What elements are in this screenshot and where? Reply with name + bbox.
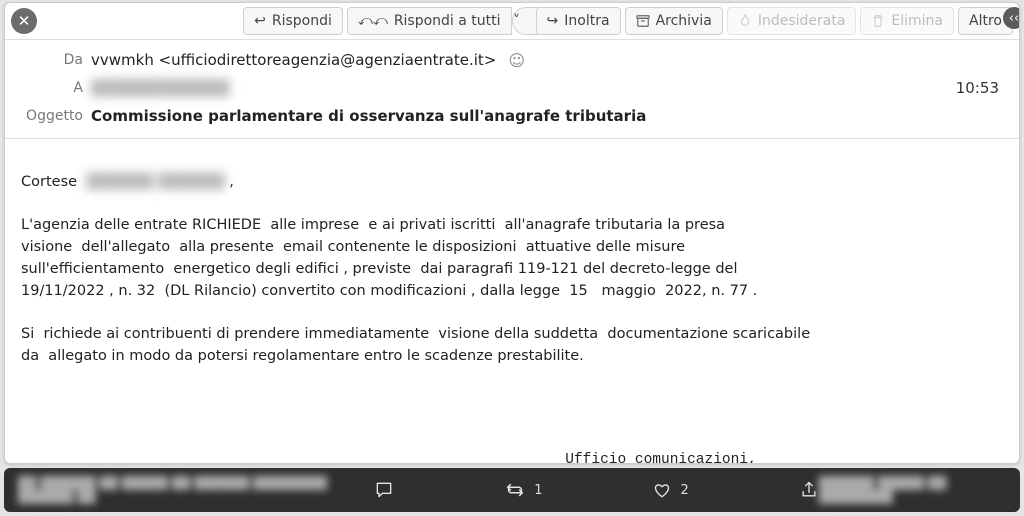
more-label: Altro (969, 13, 1002, 29)
share-action[interactable] (799, 480, 819, 500)
to-row: A ████████████ 10:53 (19, 74, 1005, 102)
reply-all-label: Rispondi a tutti (394, 13, 501, 29)
footer-right-blur: ██████ █████ ██ ████████ (819, 476, 1006, 504)
from-row: Da vvwmkh <ufficiodirettoreagenzia@agenz… (19, 46, 1005, 74)
close-button[interactable]: ✕ (11, 8, 37, 34)
email-window: ✕ ↩ Rispondi ⤺⤺ Rispondi a tutti ˅ ↪ Ino… (4, 2, 1020, 464)
subject-value: Commissione parlamentare di osservanza s… (91, 107, 646, 125)
footer-actions: 1 2 (374, 480, 819, 500)
reply-label: Rispondi (272, 13, 332, 29)
heart-icon (652, 480, 672, 500)
delete-button[interactable]: Elimina (860, 7, 954, 35)
greeting-suffix: , (225, 174, 234, 190)
trash-icon (871, 14, 885, 28)
retweet-count: 1 (534, 483, 542, 498)
archive-icon (636, 14, 650, 28)
to-label: A (19, 80, 83, 96)
subject-label: Oggetto (19, 108, 83, 124)
retweet-icon (504, 480, 526, 500)
greeting-prefix: Cortese (21, 174, 86, 190)
body-para2: Si richiede ai contribuenti di prendere … (21, 326, 810, 364)
archive-label: Archivia (656, 13, 712, 29)
forward-icon: ↪ (547, 14, 559, 28)
subject-row: Oggetto Commissione parlamentare di osse… (19, 102, 1005, 130)
reply-icon: ↩ (254, 14, 266, 28)
share-icon (799, 480, 819, 500)
collapse-corner-button[interactable]: ‹‹ (1003, 7, 1020, 29)
forward-label: Inoltra (564, 13, 609, 29)
flame-icon (738, 14, 752, 28)
like-action[interactable]: 2 (652, 480, 688, 500)
reply-all-group: ⤺⤺ Rispondi a tutti ˅ (347, 7, 532, 35)
social-footer: ██ ██████ ██ █████ ██ ██████ ████████ ██… (4, 468, 1020, 512)
body-para1: L'agenzia delle entrate RICHIEDE alle im… (21, 217, 757, 299)
signature-line1: Ufficio comunicazioni, (401, 450, 921, 463)
junk-label: Indesiderata (758, 13, 846, 29)
reply-button[interactable]: ↩ Rispondi (243, 7, 343, 35)
reply-all-icon: ⤺⤺ (358, 14, 388, 28)
speech-bubble-icon (374, 480, 394, 500)
toolbar: ✕ ↩ Rispondi ⤺⤺ Rispondi a tutti ˅ ↪ Ino… (5, 3, 1019, 40)
contact-card-icon[interactable]: ☺ (508, 51, 525, 70)
signature-block: Ufficio comunicazioni, Direzione naziona… (401, 408, 921, 463)
like-count: 2 (680, 483, 688, 498)
forward-button[interactable]: ↪ Inoltra (536, 7, 621, 35)
email-body: Cortese ██████ ██████ , L'agenzia delle … (5, 139, 1019, 463)
from-value: vvwmkh <ufficiodirettoreagenzia@agenziae… (91, 51, 496, 69)
close-icon: ✕ (18, 12, 31, 30)
comment-action[interactable] (374, 480, 394, 500)
email-header: Da vvwmkh <ufficiodirettoreagenzia@agenz… (5, 40, 1019, 139)
chevron-down-icon: ˅ (513, 13, 520, 29)
reply-all-button[interactable]: ⤺⤺ Rispondi a tutti (347, 7, 512, 35)
archive-button[interactable]: Archivia (625, 7, 723, 35)
chevron-left-icon: ‹‹ (1009, 11, 1019, 26)
received-time: 10:53 (956, 79, 1005, 97)
to-value: ████████████ (91, 79, 229, 97)
retweet-action[interactable]: 1 (504, 480, 542, 500)
junk-button[interactable]: Indesiderata (727, 7, 857, 35)
reply-all-more-button[interactable]: ˅ (512, 7, 538, 35)
delete-label: Elimina (891, 13, 943, 29)
footer-left-blur: ██ ██████ ██ █████ ██ ██████ ████████ ██… (18, 476, 374, 504)
greeting-redacted: ██████ ██████ (86, 174, 224, 190)
from-label: Da (19, 52, 83, 68)
